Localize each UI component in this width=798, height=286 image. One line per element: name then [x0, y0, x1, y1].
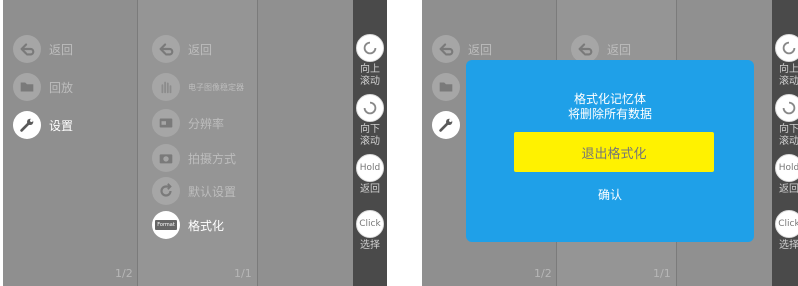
- menu-item-settings: [432, 110, 460, 140]
- sidebar-label: 返回: [360, 184, 380, 195]
- format-confirm-screen: 返回 1/2 返回 1/1 向上 滚动 向下 滚动 Hold 返回 Click …: [422, 0, 798, 286]
- back-arrow-icon: [152, 35, 180, 63]
- format-icon: Format: [152, 211, 180, 239]
- hand-stabilizer-icon: [152, 73, 180, 101]
- format-confirm-dialog: 格式化记忆体 将删除所有数据 退出格式化 确认: [466, 60, 754, 242]
- menu-item-playback: [432, 72, 460, 102]
- sidebar-label: 返回: [779, 184, 798, 195]
- menu-item-settings[interactable]: 设置: [13, 110, 73, 140]
- back-arrow-icon: [13, 35, 41, 63]
- menu-item-label: 返回: [607, 42, 632, 57]
- exit-format-button[interactable]: 退出格式化: [514, 132, 714, 172]
- click-select-control[interactable]: Click 选择: [772, 210, 798, 252]
- scroll-up-control[interactable]: 向上 滚动: [772, 34, 798, 88]
- page-indicator: 1/2: [534, 267, 552, 280]
- page-indicator: 1/1: [234, 267, 252, 280]
- scroll-up-control[interactable]: 向上 滚动: [353, 34, 387, 88]
- click-button-icon: Click: [775, 210, 798, 238]
- sidebar-label: 选择: [360, 240, 380, 251]
- control-sidebar: 向上 滚动 向下 滚动 Hold 返回 Click 选择: [353, 0, 387, 286]
- scroll-down-icon: [356, 94, 384, 122]
- back-arrow-icon: [571, 35, 599, 63]
- scroll-down-control[interactable]: 向下 滚动: [772, 94, 798, 148]
- control-sidebar: 向上 滚动 向下 滚动 Hold 返回 Click 选择: [772, 0, 798, 286]
- sidebar-label: 选择: [779, 240, 798, 251]
- scroll-up-icon: [775, 34, 798, 62]
- menu-item-label: 返回: [49, 42, 74, 57]
- menu-item-label: 回放: [49, 80, 74, 95]
- wrench-icon: [13, 111, 41, 139]
- menu-page-2: 返回 电子图像稳定器 分辨率 拍摄方式 默认设置 Format 格式化 1/1: [137, 0, 258, 286]
- sidebar-label: 向上 滚动: [779, 64, 798, 87]
- scroll-down-icon: [775, 94, 798, 122]
- reset-icon: [152, 177, 180, 205]
- menu-item-label: 设置: [49, 118, 74, 133]
- sidebar-label: 向上 滚动: [360, 64, 380, 87]
- menu-item-label: 电子图像稳定器: [188, 82, 244, 92]
- menu-item-label: 返回: [188, 42, 213, 57]
- menu-item-label: 拍摄方式: [188, 151, 237, 166]
- menu-item-format[interactable]: Format 格式化: [152, 210, 224, 240]
- menu-item-label: 分辨率: [188, 116, 225, 131]
- menu-item-label: 格式化: [188, 218, 225, 233]
- folder-icon: [432, 73, 460, 101]
- menu-item-image-stabilizer[interactable]: 电子图像稳定器: [152, 72, 244, 102]
- sidebar-label: 向下 滚动: [360, 124, 380, 147]
- hold-button-icon: Hold: [356, 154, 384, 182]
- menu-item-default-settings[interactable]: 默认设置: [152, 176, 236, 206]
- click-button-icon: Click: [356, 210, 384, 238]
- folder-icon: [13, 73, 41, 101]
- menu-page-1: 返回 回放 设置 1/2: [3, 0, 137, 286]
- menu-item-shooting-mode[interactable]: 拍摄方式: [152, 143, 236, 173]
- confirm-button[interactable]: 确认: [466, 186, 754, 203]
- dialog-message-line1: 格式化记忆体: [573, 92, 646, 106]
- back-arrow-icon: [432, 35, 460, 63]
- hold-button-icon: Hold: [775, 154, 798, 182]
- dialog-message-line2: 将删除所有数据: [567, 107, 652, 121]
- camera-menu-screen: 返回 回放 设置 1/2 返回 电子图像稳定器 分辨率 拍摄方式 默认设置 Fo…: [3, 0, 387, 286]
- scroll-up-icon: [356, 34, 384, 62]
- page-indicator: 1/2: [115, 267, 133, 280]
- menu-page-3: [257, 0, 354, 286]
- menu-item-resolution[interactable]: 分辨率: [152, 108, 224, 138]
- scroll-down-control[interactable]: 向下 滚动: [353, 94, 387, 148]
- click-select-control[interactable]: Click 选择: [353, 210, 387, 252]
- hold-back-control[interactable]: Hold 返回: [772, 154, 798, 196]
- menu-item-playback[interactable]: 回放: [13, 72, 73, 102]
- dialog-message: 格式化记忆体 将删除所有数据: [466, 92, 754, 122]
- menu-item-label: 默认设置: [188, 184, 237, 199]
- menu-item-label: 返回: [468, 42, 493, 57]
- menu-item-back[interactable]: 返回: [13, 34, 73, 64]
- camera-icon: [152, 144, 180, 172]
- sidebar-label: 向下 滚动: [779, 124, 798, 147]
- wrench-icon: [432, 111, 460, 139]
- resolution-icon: [152, 109, 180, 137]
- page-indicator: 1/1: [653, 267, 671, 280]
- hold-back-control[interactable]: Hold 返回: [353, 154, 387, 196]
- menu-item-back[interactable]: 返回: [152, 34, 212, 64]
